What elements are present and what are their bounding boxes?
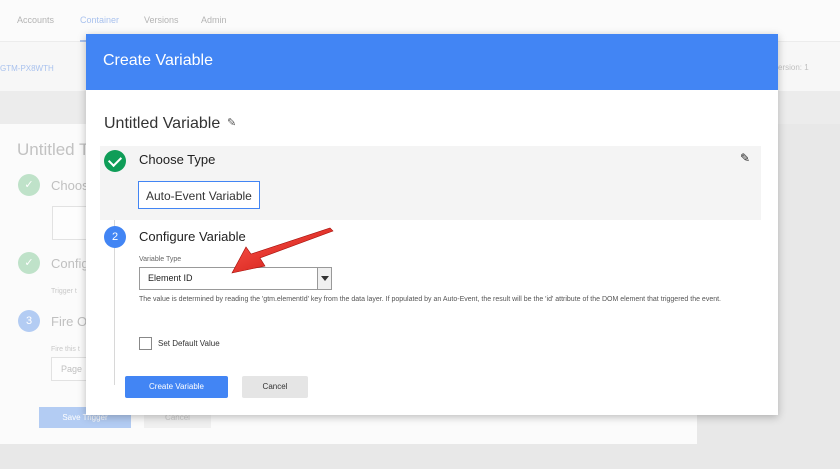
variable-type-select[interactable]: Element ID xyxy=(139,267,332,290)
dialog-title: Create Variable xyxy=(103,52,213,69)
edit-pencil-icon[interactable]: ✎ xyxy=(740,151,750,165)
set-default-value-label[interactable]: Set Default Value xyxy=(158,339,220,348)
background-title: Untitled T xyxy=(17,140,90,159)
nav-tab-container[interactable]: Container xyxy=(80,15,119,25)
bg-step1-label: Choos xyxy=(51,178,89,193)
set-default-value-checkbox[interactable] xyxy=(139,337,152,350)
bg-step1-check-icon: ✓ xyxy=(18,174,40,196)
bg-step2-hint: Trigger t xyxy=(51,288,77,295)
step2-number: 2 xyxy=(104,226,126,248)
rename-pencil-icon[interactable]: ✎ xyxy=(227,116,236,129)
bg-step2-check-icon: ✓ xyxy=(18,252,40,274)
bg-step3-label: Fire O xyxy=(51,314,88,329)
variable-type-description: The value is determined by reading the '… xyxy=(139,296,722,303)
nav-tab-admin[interactable]: Admin xyxy=(201,15,227,25)
bg-step3-number: 3 xyxy=(18,310,40,332)
variable-name[interactable]: Untitled Variable xyxy=(104,115,220,133)
caret-down-icon[interactable] xyxy=(317,268,331,289)
step1-label: Choose Type xyxy=(139,152,216,167)
create-variable-dialog: Create Variable Untitled Variable ✎ Choo… xyxy=(86,34,778,415)
bg-step3-hint: Fire this t xyxy=(51,346,80,353)
container-id[interactable]: GTM-PX8WTH xyxy=(0,64,54,73)
variable-type-label: Variable Type xyxy=(139,256,182,263)
check-circle-icon xyxy=(104,150,126,172)
step2-label: Configure Variable xyxy=(139,229,246,244)
nav-tab-versions[interactable]: Versions xyxy=(144,15,179,25)
dialog-header: Create Variable xyxy=(86,34,778,90)
bg-select: Page xyxy=(51,357,91,381)
create-variable-button[interactable]: Create Variable xyxy=(125,376,228,398)
bg-step2-label: Config xyxy=(51,256,89,271)
variable-type-value: Element ID xyxy=(148,273,193,283)
variable-type-card[interactable]: Auto-Event Variable xyxy=(138,181,260,209)
nav-tab-accounts[interactable]: Accounts xyxy=(17,15,54,25)
step-choose-type[interactable]: Choose Type ✎ Auto-Event Variable xyxy=(100,146,761,220)
cancel-button[interactable]: Cancel xyxy=(242,376,308,398)
version-label: ersion: 1 xyxy=(778,63,809,72)
